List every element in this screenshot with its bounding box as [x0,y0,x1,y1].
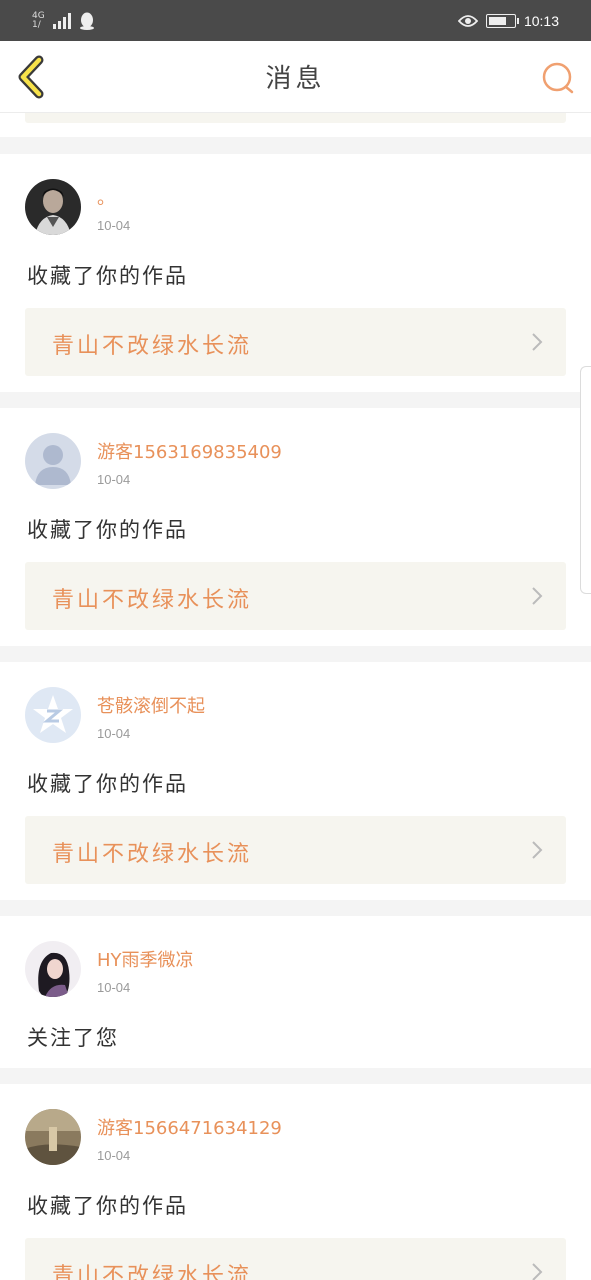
avatar[interactable] [25,1109,81,1165]
avatar[interactable] [25,179,81,235]
work-link[interactable]: 青山不改绿水长流 [25,1238,566,1280]
message-card[interactable]: HY雨季微凉 10-04 关注了您 [0,916,591,1068]
work-title: 青山不改绿水长流 [52,588,253,613]
message-time: 10-04 [97,726,131,741]
action-text: 收藏了你的作品 [27,518,188,542]
user-name[interactable]: HY雨季微凉 [97,946,194,972]
scroll-handle[interactable] [580,366,591,594]
chevron-left-icon[interactable] [14,55,50,99]
action-text: 收藏了你的作品 [27,772,188,796]
avatar[interactable] [25,433,81,489]
action-text: 收藏了你的作品 [27,1194,188,1218]
message-list[interactable]: 。 10-04 收藏了你的作品 青山不改绿水长流 游客1563169835409… [0,113,591,1280]
signal-icon [52,12,71,29]
user-name[interactable]: 游客1563169835409 [97,438,282,464]
star-avatar-icon [25,687,81,743]
message-card[interactable]: 游客1566471634129 10-04 收藏了你的作品 青山不改绿水长流 [0,1084,591,1280]
chevron-right-icon [532,841,543,859]
work-title: 青山不改绿水长流 [52,842,253,867]
message-card[interactable]: 苍骸滚倒不起 10-04 收藏了你的作品 青山不改绿水长流 [0,662,591,900]
page-title: 消息 [265,64,326,94]
previous-work-box [25,113,566,123]
avatar[interactable] [25,687,81,743]
search-icon[interactable] [541,61,575,95]
message-card[interactable]: 游客1563169835409 10-04 收藏了你的作品 青山不改绿水长流 [0,408,591,646]
previous-card-remnant [0,113,591,137]
work-link[interactable]: 青山不改绿水长流 [25,308,566,376]
default-avatar-icon [25,433,81,489]
work-title: 青山不改绿水长流 [52,334,253,359]
status-right: 10:13 [457,12,559,29]
user-name[interactable]: 。 [97,184,115,210]
clock: 10:13 [523,12,559,29]
user-photo-icon [25,179,81,235]
nav-bar: 消息 [0,41,591,113]
work-link[interactable]: 青山不改绿水长流 [25,816,566,884]
action-text: 关注了您 [27,1026,119,1050]
battery-icon [485,13,519,28]
message-time: 10-04 [97,218,131,233]
user-name[interactable]: 游客1566471634129 [97,1114,282,1140]
chevron-right-icon [532,587,543,605]
battery-fill [488,16,506,25]
work-link[interactable]: 青山不改绿水长流 [25,562,566,630]
user-photo-icon [25,941,81,997]
action-text: 收藏了你的作品 [27,264,188,288]
chevron-right-icon [532,333,543,351]
network-type: 4G 1/ [32,11,45,30]
status-left: 4G 1/ [32,11,95,30]
user-photo-icon [25,1109,81,1165]
message-time: 10-04 [97,980,131,995]
eye-icon [457,14,478,27]
message-card[interactable]: 。 10-04 收藏了你的作品 青山不改绿水长流 [0,154,591,392]
message-time: 10-04 [97,1148,131,1163]
message-time: 10-04 [97,472,131,487]
status-bar: 4G 1/ 10:13 [0,0,591,41]
user-name[interactable]: 苍骸滚倒不起 [97,692,205,718]
work-title: 青山不改绿水长流 [52,1264,253,1280]
chevron-right-icon [532,1263,543,1280]
network-sublabel: 1/ [32,19,41,30]
qq-icon [79,12,94,30]
avatar[interactable] [25,941,81,997]
